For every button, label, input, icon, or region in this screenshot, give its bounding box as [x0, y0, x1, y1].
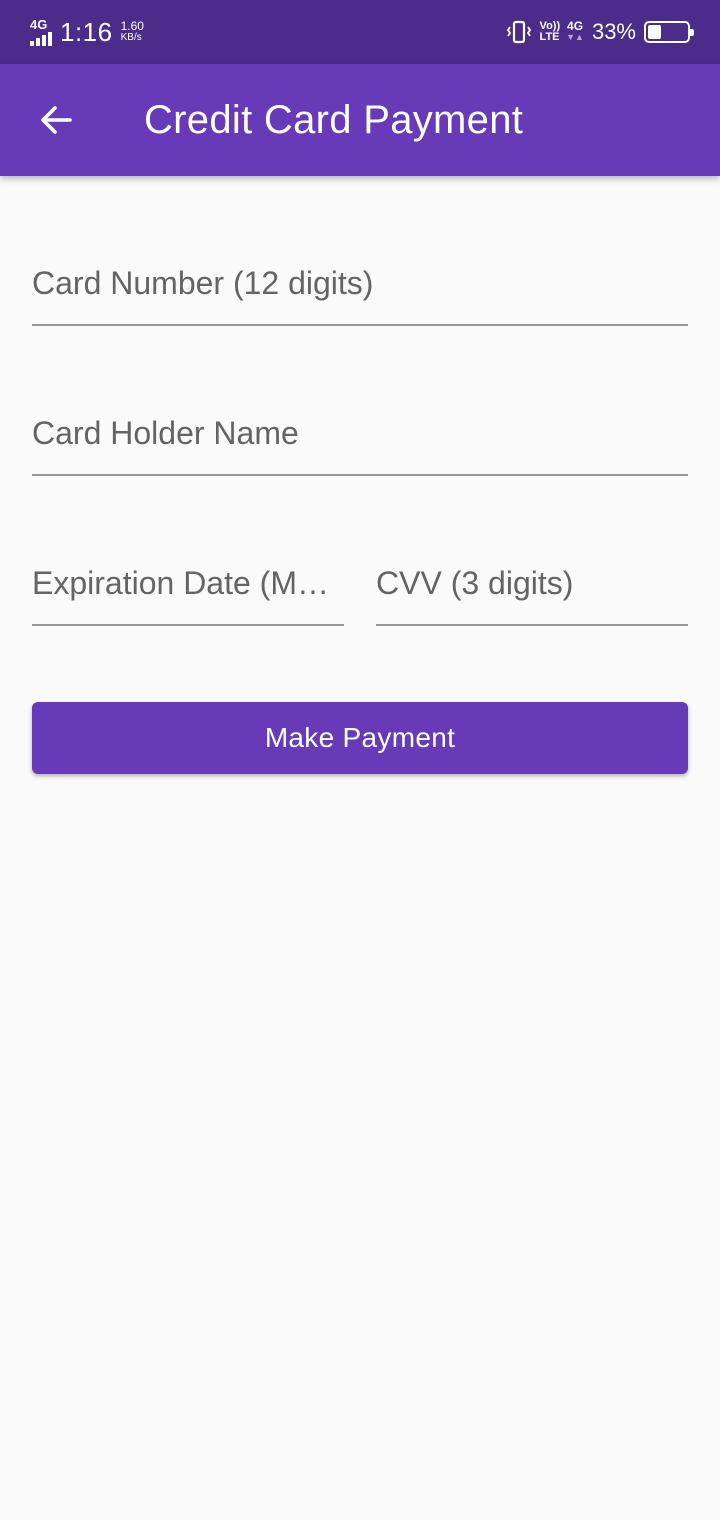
back-button[interactable]: [26, 92, 86, 148]
network-type-label: 4G: [30, 16, 48, 32]
mobile-data-icon: 4G ▼▲: [566, 19, 584, 43]
card-holder-name-input[interactable]: [32, 380, 688, 474]
network-speed: 1.60 KB/s: [120, 19, 144, 43]
battery-percent: 33%: [591, 19, 636, 44]
battery-fill: [648, 25, 661, 39]
clock: 1:16: [60, 16, 113, 47]
status-bar: 4G 1:16 1.60 KB/s Vo)) LTE 4G ▼▲ 33%: [0, 0, 720, 64]
network-speed-value: 1.60: [120, 19, 144, 33]
card-number-input[interactable]: [32, 230, 688, 324]
battery-icon: [644, 21, 694, 43]
network-speed-unit: KB/s: [120, 32, 142, 43]
expiration-date-input[interactable]: [32, 530, 344, 624]
status-bar-left: 4G 1:16 1.60 KB/s: [30, 17, 144, 48]
cellular-signal-icon: 4G: [30, 16, 52, 46]
cvv-input[interactable]: [376, 530, 688, 624]
cvv-field[interactable]: [376, 530, 688, 626]
expiration-date-field[interactable]: [32, 530, 344, 626]
volte-bottom-label: LTE: [539, 31, 560, 43]
status-bar-right: Vo)) LTE 4G ▼▲ 33%: [506, 19, 694, 45]
make-payment-button[interactable]: Make Payment: [32, 702, 688, 774]
page-title: Credit Card Payment: [144, 97, 524, 142]
data-activity-arrows-icon: ▼▲: [566, 32, 584, 42]
battery-tip: [690, 29, 694, 36]
vibrate-icon: [506, 20, 531, 44]
mobile-data-label: 4G: [567, 19, 584, 33]
app-bar: Credit Card Payment: [0, 64, 720, 176]
card-holder-name-field[interactable]: [32, 380, 688, 476]
volte-icon: Vo)) LTE: [540, 21, 561, 43]
card-number-field[interactable]: [32, 230, 688, 326]
arrow-left-icon: [41, 106, 72, 134]
signal-bars-icon: [30, 31, 52, 46]
